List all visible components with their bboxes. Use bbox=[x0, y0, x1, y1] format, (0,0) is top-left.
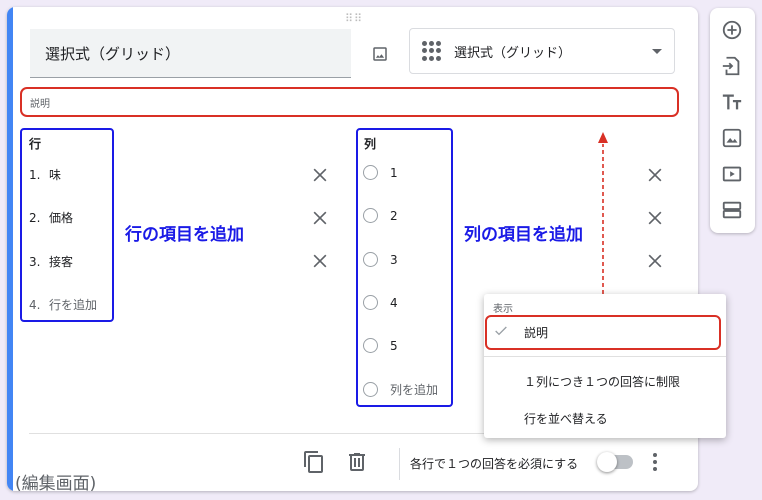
radio-icon bbox=[363, 382, 378, 397]
row-item-2[interactable]: 2. 価格 bbox=[29, 209, 73, 226]
chevron-down-icon bbox=[652, 48, 662, 54]
question-title-input[interactable]: 選択式（グリッド） bbox=[30, 29, 351, 78]
check-icon bbox=[495, 326, 507, 336]
remove-column-1-close-icon[interactable] bbox=[645, 165, 665, 185]
import-questions-icon[interactable] bbox=[721, 55, 743, 77]
question-type-label: 選択式（グリッド） bbox=[454, 45, 572, 61]
remove-row-3-close-icon[interactable] bbox=[310, 251, 330, 271]
add-column-option[interactable]: 列を追加 bbox=[363, 381, 438, 398]
menu-header: 表示 bbox=[493, 304, 513, 315]
duplicate-icon[interactable] bbox=[302, 450, 326, 474]
row-item-1[interactable]: 1. 味 bbox=[29, 166, 61, 183]
trash-icon[interactable] bbox=[345, 450, 369, 474]
columns-heading: 列 bbox=[364, 137, 377, 151]
add-image-icon[interactable] bbox=[721, 127, 743, 149]
radio-icon bbox=[363, 208, 378, 223]
menu-divider bbox=[484, 356, 726, 357]
remove-column-2-close-icon[interactable] bbox=[645, 208, 665, 228]
rows-annotation: 行の項目を追加 bbox=[125, 225, 244, 245]
column-item-5[interactable]: 5 bbox=[363, 338, 398, 353]
column-item-2[interactable]: 2 bbox=[363, 208, 398, 223]
menu-item-limit-one-per-column[interactable]: １列につき１つの回答に制限 bbox=[524, 373, 680, 390]
arrow-up-icon bbox=[598, 132, 608, 315]
add-row-option[interactable]: 4. 行を追加 bbox=[29, 296, 97, 313]
column-item-4[interactable]: 4 bbox=[363, 295, 398, 310]
active-card-accent bbox=[7, 7, 13, 491]
grid-icon bbox=[422, 41, 442, 61]
required-per-row-label: 各行で１つの回答を必須にする bbox=[410, 457, 579, 471]
question-type-dropdown[interactable]: 選択式（グリッド） bbox=[409, 28, 675, 74]
menu-highlight-box bbox=[485, 315, 721, 350]
more-options-menu: 表示 説明 １列につき１つの回答に制限 行を並べ替える bbox=[484, 294, 726, 438]
remove-row-2-close-icon[interactable] bbox=[310, 208, 330, 228]
radio-icon bbox=[363, 165, 378, 180]
description-input[interactable]: 説明 bbox=[20, 87, 679, 117]
radio-icon bbox=[363, 338, 378, 353]
remove-column-3-close-icon[interactable] bbox=[645, 251, 665, 271]
image-icon bbox=[373, 47, 387, 61]
add-section-icon[interactable] bbox=[721, 199, 743, 221]
rows-heading: 行 bbox=[29, 137, 42, 151]
columns-annotation: 列の項目を追加 bbox=[464, 225, 583, 245]
add-image-button[interactable] bbox=[364, 38, 396, 70]
edit-screen-caption: (編集画面) bbox=[15, 474, 97, 491]
radio-icon bbox=[363, 252, 378, 267]
remove-row-1-close-icon[interactable] bbox=[310, 165, 330, 185]
column-item-3[interactable]: 3 bbox=[363, 252, 398, 267]
radio-icon bbox=[363, 295, 378, 310]
menu-item-description[interactable]: 説明 bbox=[524, 324, 548, 341]
floating-toolbar bbox=[710, 8, 755, 233]
row-item-3[interactable]: 3. 接客 bbox=[29, 253, 73, 270]
more-options-icon[interactable] bbox=[653, 453, 657, 474]
required-toggle[interactable] bbox=[597, 452, 633, 472]
menu-item-shuffle-rows[interactable]: 行を並べ替える bbox=[524, 410, 608, 427]
drag-handle-icon[interactable]: ⠿⠿ bbox=[345, 12, 363, 25]
footer-separator bbox=[399, 448, 400, 480]
add-question-icon[interactable] bbox=[721, 19, 743, 41]
add-video-icon[interactable] bbox=[721, 163, 743, 185]
column-item-1[interactable]: 1 bbox=[363, 165, 398, 180]
add-title-icon[interactable] bbox=[721, 91, 743, 113]
